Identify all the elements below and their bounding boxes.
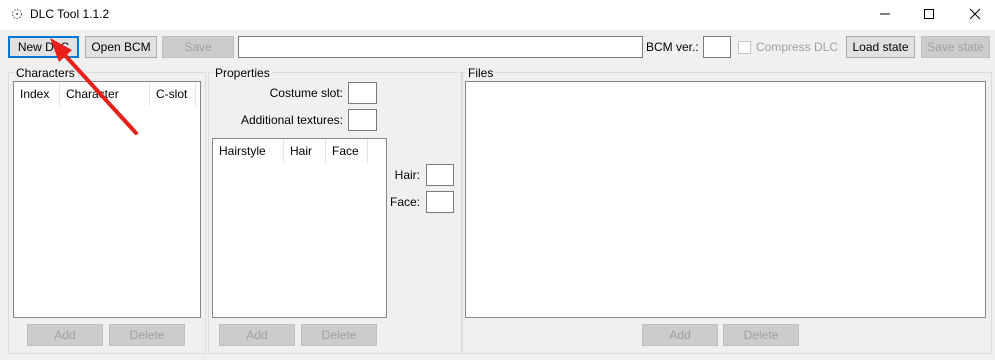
additional-textures-label: Additional textures: <box>240 113 343 127</box>
hair-label: Hair: <box>394 168 420 182</box>
column-header-c-slot[interactable]: C-slot <box>150 82 196 106</box>
column-header-character[interactable]: Character <box>60 82 150 106</box>
files-list[interactable] <box>465 81 986 318</box>
column-header-hair[interactable]: Hair <box>284 139 326 163</box>
hairstyles-list[interactable]: Hairstyle Hair Face <box>212 138 387 318</box>
window-title: DLC Tool 1.1.2 <box>30 7 110 21</box>
close-icon <box>969 8 981 20</box>
properties-add-button[interactable]: Add <box>219 324 295 346</box>
title-bar: DLC Tool 1.1.2 <box>0 0 995 30</box>
face-field[interactable] <box>426 191 454 213</box>
load-state-button[interactable]: Load state <box>846 36 915 58</box>
characters-add-button[interactable]: Add <box>27 324 103 346</box>
compress-dlc-label: Compress DLC <box>756 40 839 54</box>
face-label: Face: <box>390 195 421 209</box>
properties-group-title: Properties <box>213 66 272 80</box>
save-state-button[interactable]: Save state <box>921 36 990 58</box>
maximize-button[interactable] <box>906 0 952 28</box>
close-button[interactable] <box>952 0 995 28</box>
maximize-icon <box>924 9 934 19</box>
hair-field[interactable] <box>426 164 454 186</box>
column-header-face[interactable]: Face <box>326 139 368 163</box>
minimize-button[interactable] <box>862 0 908 28</box>
files-group-title: Files <box>466 66 496 80</box>
open-bcm-button[interactable]: Open BCM <box>85 36 157 58</box>
app-icon <box>12 9 22 19</box>
bcm-ver-field[interactable] <box>703 36 731 58</box>
files-add-button[interactable]: Add <box>642 324 718 346</box>
characters-delete-button[interactable]: Delete <box>109 324 185 346</box>
properties-delete-button[interactable]: Delete <box>301 324 377 346</box>
characters-list[interactable]: Index Character C-slot <box>13 81 201 318</box>
costume-slot-label: Costume slot: <box>269 86 343 100</box>
column-header-hairstyle[interactable]: Hairstyle <box>213 139 284 163</box>
column-header-index[interactable]: Index <box>14 82 60 106</box>
minimize-icon <box>880 13 890 15</box>
save-button[interactable]: Save <box>162 36 234 58</box>
additional-textures-field[interactable] <box>348 109 377 131</box>
bcm-ver-label: BCM ver.: <box>646 40 699 54</box>
dlc-path-field[interactable] <box>238 36 643 58</box>
characters-group-title: Characters <box>14 66 77 80</box>
new-dlc-button[interactable]: New DLC <box>8 36 79 58</box>
compress-dlc-checkbox[interactable] <box>738 41 751 54</box>
costume-slot-field[interactable] <box>348 82 377 104</box>
files-delete-button[interactable]: Delete <box>723 324 799 346</box>
